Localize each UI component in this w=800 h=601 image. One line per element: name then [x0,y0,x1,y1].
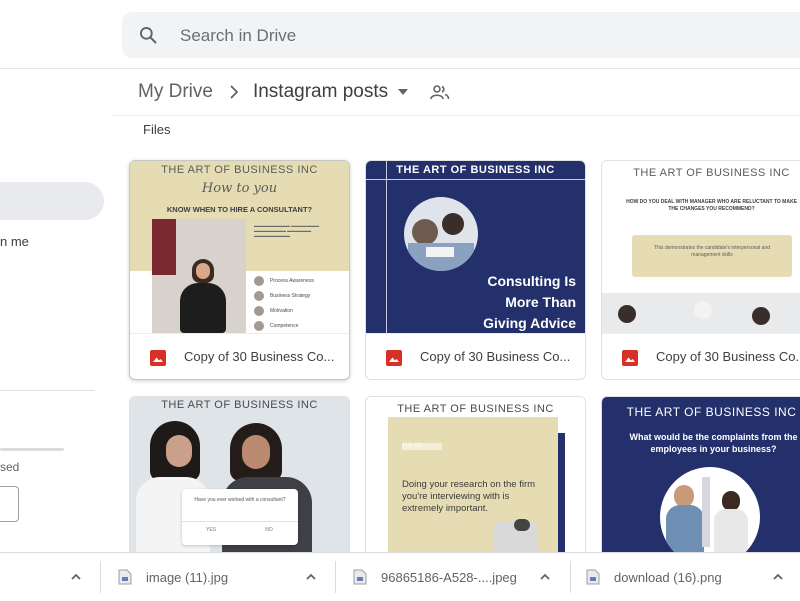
thumb-card: Have you ever worked with a consultant? … [182,489,298,545]
file-card[interactable]: THE ART OF BUSINESS INC How to you KNOW … [129,160,350,380]
thumb-line: Consulting Is [487,273,576,289]
buy-storage-button[interactable] [0,486,19,522]
chevron-up-icon[interactable] [772,571,784,583]
thumb-box: This demonstrates the candidate's interp… [632,235,792,277]
download-filename: download (16).png [614,570,722,585]
thumb-header: THE ART OF BUSINESS INC [161,164,318,176]
thumb-photo [660,467,760,552]
file-thumbnail: THE ART OF BUSINESS INC TIP 05 Doing you… [366,397,585,552]
file-card-footer: Copy of 30 Business Co... [130,333,349,379]
storage-used-label: sed [0,460,20,474]
file-name: Copy of 30 Business Co... [420,349,571,364]
file-thumbnail: THE ART OF BUSINESS INC Have you ever wo… [130,397,349,552]
image-file-icon [622,350,638,366]
download-filename: image (11).jpg [146,570,229,585]
download-item[interactable]: image (11).jpg [100,553,335,601]
shared-people-icon[interactable] [430,84,450,100]
storage-meter [0,448,64,451]
breadcrumb-my-drive[interactable]: My Drive [138,81,213,103]
sidebar-divider [0,390,95,391]
thumb-photo [152,219,246,333]
thumb-question: HOW DO YOU DEAL WITH MANAGER WHO ARE REL… [626,199,797,212]
thumb-list: Process Awareness Business Strategy Moti… [254,273,349,333]
search-input[interactable] [178,12,702,60]
thumb-header: THE ART OF BUSINESS INC [397,403,554,415]
file-thumbnail: THE ART OF BUSINESS INC What would be th… [602,397,800,552]
file-thumbnail: THE ART OF BUSINESS INC HOW DO YOU DEAL … [602,161,800,333]
sidebar-item-active[interactable] [0,182,104,220]
caret-down-icon[interactable] [398,89,409,95]
thumb-photo [404,197,478,271]
breadcrumb: My Drive Instagram posts [138,78,450,106]
file-card[interactable]: THE ART OF BUSINESS INC What would be th… [601,396,800,552]
thumb-header: THE ART OF BUSINESS INC [161,399,318,411]
file-card[interactable]: THE ART OF BUSINESS INC HOW DO YOU DEAL … [601,160,800,380]
file-card[interactable]: THE ART OF BUSINESS INC Consulting Is Mo… [365,160,586,380]
thumb-script: How to you [201,181,278,196]
file-thumbnail: THE ART OF BUSINESS INC Consulting Is Mo… [366,161,585,333]
header-divider [112,115,800,116]
file-card-footer: Copy of 30 Business Co... [602,333,800,379]
thumb-question: What would be the complaints from the em… [629,432,798,454]
thumb-line: Giving Advice [483,315,576,331]
file-card[interactable]: THE ART OF BUSINESS INC TIP 05 Doing you… [365,396,586,552]
chevron-up-icon[interactable] [305,571,317,583]
chevron-right-icon [229,85,239,99]
search-icon[interactable] [138,25,158,45]
download-bar: image (11).jpg 96865186-A528-....jpeg do… [0,552,800,601]
thumb-heading: KNOW WHEN TO HIRE A CONSULTANT? [166,205,313,214]
file-name: Copy of 30 Business Co... [656,349,800,364]
files-section-label: Files [143,122,171,137]
file-thumbnail: THE ART OF BUSINESS INC How to you KNOW … [130,161,349,333]
download-item[interactable]: download (16).png [570,553,800,601]
chevron-up-icon[interactable] [539,571,551,583]
thumb-header: THE ART OF BUSINESS INC [626,405,797,419]
thumb-line: More Than [505,294,576,310]
file-icon [118,569,132,585]
image-file-icon [150,350,166,366]
thumb-header: THE ART OF BUSINESS INC [633,167,790,179]
image-file-icon [386,350,402,366]
sidebar: n me sed [0,68,112,546]
download-item[interactable]: 96865186-A528-....jpeg [335,553,570,601]
file-name: Copy of 30 Business Co... [184,349,335,364]
search-bar[interactable] [122,12,800,60]
breadcrumb-current-folder[interactable]: Instagram posts [253,81,388,103]
download-filename: 96865186-A528-....jpeg [381,570,517,585]
thumb-header: THE ART OF BUSINESS INC [396,164,555,176]
file-icon [586,569,600,585]
file-card[interactable]: THE ART OF BUSINESS INC Have you ever wo… [129,396,350,552]
top-bar [0,0,800,69]
sidebar-item-shared-label[interactable]: n me [0,234,29,249]
file-icon [353,569,367,585]
file-card-footer: Copy of 30 Business Co... [366,333,585,379]
chevron-up-icon[interactable] [70,571,82,583]
